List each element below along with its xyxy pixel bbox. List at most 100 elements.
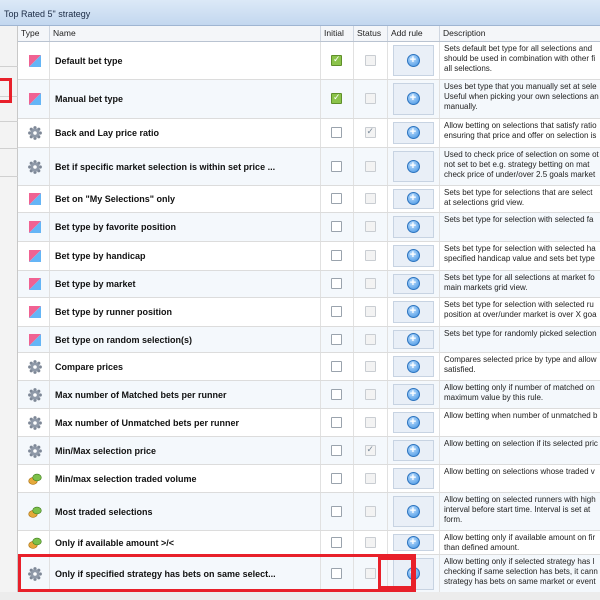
add-rule-button[interactable]: + [393, 245, 434, 267]
table-row[interactable]: Bet type on random selection(s) + Sets bet… [18, 327, 600, 353]
name-cell[interactable]: Manual bet type [50, 80, 321, 118]
add-rule-icon[interactable]: + [406, 159, 420, 173]
add-rule-button[interactable]: + [393, 151, 434, 182]
table-row[interactable]: Default bet type + Sets default bet type f… [18, 42, 600, 80]
add-rule-icon[interactable]: + [406, 220, 420, 233]
header-description[interactable]: Description [440, 26, 600, 41]
add-rule-button[interactable]: + [393, 534, 434, 551]
name-cell[interactable]: Default bet type [50, 42, 321, 79]
table-row[interactable]: Only if specified strategy has bets on s… [18, 555, 600, 594]
status-checkbox[interactable] [364, 416, 376, 428]
initial-checkbox[interactable] [331, 160, 342, 172]
table-row[interactable]: Bet if specific market selection is with… [18, 148, 600, 186]
name-cell[interactable]: Min/max selection traded volume [50, 465, 321, 492]
name-cell[interactable]: Min/Max selection price [50, 437, 321, 464]
add-rule-button[interactable]: + [393, 468, 434, 489]
initial-checkbox[interactable] [331, 444, 342, 456]
status-checkbox[interactable] [364, 126, 376, 138]
add-rule-button[interactable]: + [393, 558, 434, 590]
add-rule-button[interactable]: + [393, 412, 434, 433]
add-rule-icon[interactable]: + [406, 249, 420, 262]
name-cell[interactable]: Bet type on random selection(s) [50, 327, 321, 352]
table-row[interactable]: Bet type by runner position + Sets bet typ… [18, 298, 600, 327]
header-add-rule[interactable]: Add rule [388, 26, 440, 41]
table-row[interactable]: Only if available amount >/< + Allow betti… [18, 531, 600, 555]
add-rule-button[interactable]: + [393, 83, 434, 115]
add-rule-icon[interactable]: + [406, 504, 420, 518]
add-rule-button[interactable]: + [393, 45, 434, 76]
name-cell[interactable]: Bet type by handicap [50, 242, 321, 270]
initial-checkbox[interactable] [331, 416, 342, 428]
table-row[interactable]: Bet on "My Selections" only + Sets bet typ… [18, 186, 600, 213]
add-rule-button[interactable]: + [393, 122, 434, 144]
add-rule-icon[interactable]: + [406, 92, 420, 105]
status-checkbox[interactable] [364, 333, 376, 345]
initial-checkbox[interactable] [331, 505, 342, 517]
table-row[interactable]: Compare prices + Compares selected price b… [18, 353, 600, 381]
name-cell[interactable]: Bet if specific market selection is with… [50, 148, 321, 185]
status-checkbox[interactable] [364, 360, 376, 372]
add-rule-icon[interactable]: + [406, 53, 420, 67]
name-cell[interactable]: Max number of Unmatched bets per runner [50, 409, 321, 436]
name-cell[interactable]: Bet on "My Selections" only [50, 186, 321, 212]
add-rule-icon[interactable]: + [406, 443, 420, 457]
initial-checkbox[interactable] [331, 221, 342, 232]
name-cell[interactable]: Only if available amount >/< [50, 531, 321, 554]
table-row[interactable]: Bet type by handicap + Sets bet type for s… [18, 242, 600, 271]
add-rule-button[interactable]: + [393, 330, 434, 349]
initial-checkbox[interactable] [331, 193, 342, 204]
add-rule-button[interactable]: + [393, 440, 434, 461]
status-checkbox[interactable] [364, 505, 376, 517]
add-rule-button[interactable]: + [393, 216, 434, 238]
status-checkbox[interactable] [364, 221, 376, 232]
add-rule-icon[interactable]: + [406, 192, 420, 205]
add-rule-button[interactable]: + [393, 274, 434, 294]
initial-checkbox[interactable] [331, 127, 342, 138]
header-type[interactable]: Type [18, 26, 50, 41]
status-checkbox[interactable] [364, 568, 376, 579]
status-checkbox[interactable] [364, 444, 376, 456]
status-checkbox[interactable] [364, 536, 376, 548]
name-cell[interactable]: Compare prices [50, 353, 321, 380]
initial-checkbox[interactable] [331, 388, 342, 400]
table-row[interactable]: Bet type by market + Sets bet type for all… [18, 271, 600, 298]
add-rule-button[interactable]: + [393, 496, 434, 527]
status-checkbox[interactable] [364, 93, 376, 104]
initial-checkbox[interactable] [331, 278, 342, 289]
initial-checkbox[interactable] [331, 306, 342, 317]
add-rule-icon[interactable]: + [406, 332, 420, 346]
initial-checkbox[interactable] [331, 54, 342, 66]
initial-checkbox[interactable] [331, 250, 342, 261]
table-row[interactable]: Manual bet type + Uses bet type that you m… [18, 80, 600, 119]
header-status[interactable]: Status [354, 26, 388, 41]
status-checkbox[interactable] [364, 54, 376, 66]
status-checkbox[interactable] [364, 472, 376, 484]
name-cell[interactable]: Max number of Matched bets per runner [50, 381, 321, 408]
initial-checkbox[interactable] [331, 536, 342, 548]
header-name[interactable]: Name [50, 26, 321, 41]
table-row[interactable]: Min/max selection traded volume + Allow be… [18, 465, 600, 493]
add-rule-icon[interactable]: + [406, 535, 420, 549]
name-cell[interactable]: Bet type by favorite position [50, 213, 321, 241]
status-checkbox[interactable] [364, 250, 376, 261]
add-rule-icon[interactable]: + [406, 126, 420, 139]
table-row[interactable]: Back and Lay price ratio + Allow betting o… [18, 119, 600, 148]
add-rule-button[interactable]: + [393, 356, 434, 377]
table-row[interactable]: Max number of Matched bets per runner + Al… [18, 381, 600, 409]
add-rule-icon[interactable]: + [406, 567, 420, 580]
add-rule-button[interactable]: + [393, 301, 434, 323]
header-initial[interactable]: Initial [321, 26, 354, 41]
add-rule-button[interactable]: + [393, 384, 434, 405]
add-rule-icon[interactable]: + [406, 415, 420, 429]
status-checkbox[interactable] [364, 306, 376, 317]
add-rule-icon[interactable]: + [406, 277, 420, 290]
add-rule-icon[interactable]: + [406, 305, 420, 318]
initial-checkbox[interactable] [331, 472, 342, 484]
initial-checkbox[interactable] [331, 333, 342, 345]
initial-checkbox[interactable] [331, 568, 342, 579]
table-row[interactable]: Bet type by favorite position + Sets bet t… [18, 213, 600, 242]
table-row[interactable]: Most traded selections + Allow betting on … [18, 493, 600, 531]
status-checkbox[interactable] [364, 160, 376, 172]
status-checkbox[interactable] [364, 278, 376, 289]
name-cell[interactable]: Back and Lay price ratio [50, 119, 321, 147]
